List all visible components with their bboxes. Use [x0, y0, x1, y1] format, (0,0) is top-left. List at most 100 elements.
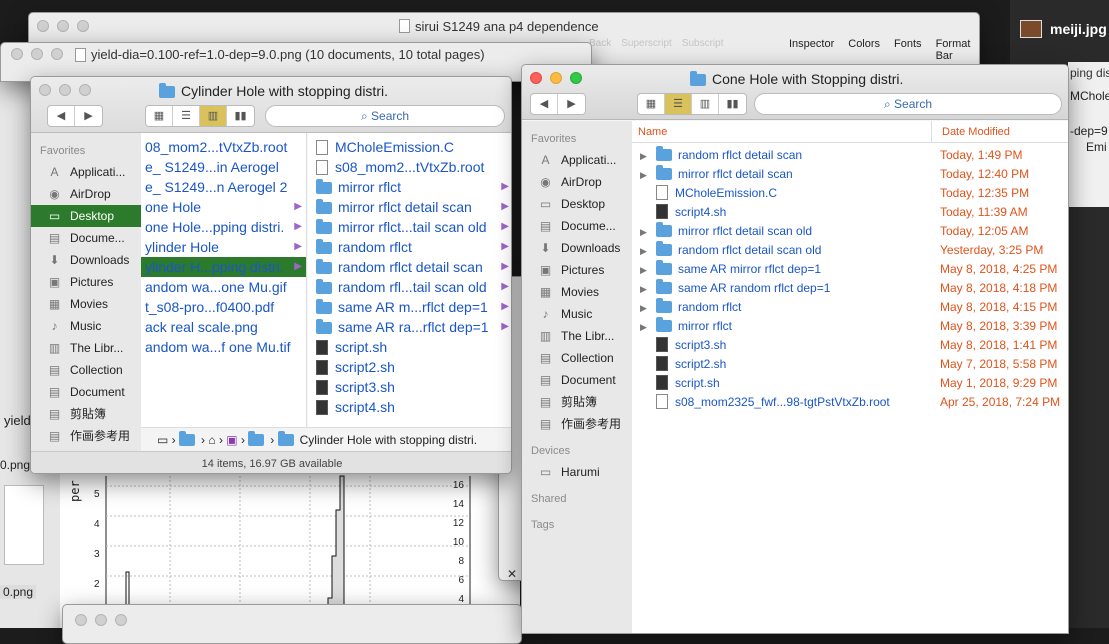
zoom-button[interactable] [570, 72, 582, 84]
sidebar-item[interactable]: ▤ Docume... [31, 227, 141, 249]
window-controls[interactable] [75, 614, 127, 626]
disclosure-arrow-icon[interactable]: ▶ [294, 237, 302, 257]
column-item[interactable]: one Hole ▶ [141, 197, 306, 217]
sidebar-item[interactable]: ♪ Music [522, 303, 632, 325]
column-header-name[interactable]: Name [632, 121, 932, 142]
disclosure-triangle-icon[interactable]: ▶ [640, 280, 656, 298]
back-arrow-icon[interactable]: ◀ [531, 94, 558, 114]
list-item[interactable]: ▶ random rflct detail scan Today, 1:49 PM [632, 146, 1068, 165]
column-item[interactable]: e_ S1249...in Aerogel [141, 157, 306, 177]
forward-arrow-icon[interactable]: ▶ [75, 106, 102, 126]
list-item[interactable]: ▶ mirror rflct detail scan Today, 12:40 PM [632, 165, 1068, 184]
close-icon[interactable]: ✕ [507, 567, 517, 580]
window-controls[interactable] [530, 72, 582, 84]
window-controls[interactable] [11, 48, 63, 60]
disclosure-arrow-icon[interactable]: ▶ [501, 197, 509, 217]
finder-window-cone[interactable]: Cone Hole with Stopping distri. ◀ ▶ ▦ ☰ ▥… [521, 64, 1069, 634]
list-item[interactable]: s08_mom2325_fwf...98-tgtPstVtxZb.root Apr… [632, 393, 1068, 412]
column-header-date[interactable]: Date Modified [932, 121, 1010, 142]
list-item[interactable]: script2.sh May 7, 2018, 5:58 PM [632, 355, 1068, 374]
sidebar-item[interactable]: ▭ Desktop [31, 205, 141, 227]
view-switcher[interactable]: ▦ ☰ ▥ ▮▮ [637, 93, 747, 115]
minimize-button[interactable] [550, 72, 562, 84]
folder-icon[interactable] [179, 431, 196, 446]
path-current[interactable]: Cylinder Hole with stopping distri. [300, 433, 477, 447]
column-view-icon[interactable]: ▥ [692, 94, 719, 114]
list-item[interactable]: ▶ mirror rflct detail scan old Today, 12:0… [632, 222, 1068, 241]
list-item[interactable]: ▶ same AR random rflct dep=1 May 8, 2018, … [632, 279, 1068, 298]
column-item[interactable]: one Hole...pping distri. ▶ [141, 217, 306, 237]
sidebar-item[interactable]: ▤ Document [31, 381, 141, 403]
column-item[interactable]: mirror rflct detail scan ▶ [308, 197, 511, 217]
desktop-yield-label[interactable]: yield [4, 413, 31, 428]
sidebar-item[interactable]: ▤ Docume... [522, 215, 632, 237]
disclosure-arrow-icon[interactable]: ▶ [501, 177, 509, 197]
disclosure-arrow-icon[interactable]: ▶ [501, 317, 509, 337]
gallery-view-icon[interactable]: ▮▮ [227, 106, 254, 126]
close-button[interactable] [530, 72, 542, 84]
nav-back-forward[interactable]: ◀ ▶ [47, 105, 103, 127]
disclosure-triangle-icon[interactable]: ▶ [640, 223, 656, 241]
disclosure-arrow-icon[interactable]: ▶ [294, 217, 302, 237]
column-item[interactable]: random rfl...tail scan old ▶ [308, 277, 511, 297]
disclosure-triangle-icon[interactable]: ▶ [640, 147, 656, 165]
toolbar-inspector[interactable]: Inspector [789, 38, 834, 62]
column-item[interactable]: same AR m...rflct dep=1 ▶ [308, 297, 511, 317]
disclosure-triangle-icon[interactable]: ▶ [640, 261, 656, 279]
sidebar-item[interactable]: ▤ 剪貼簿 [522, 391, 632, 413]
sidebar-item[interactable]: ♪ Music [31, 315, 141, 337]
search-field[interactable]: ⌕ Search [265, 105, 505, 127]
desktop-file-label-left[interactable]: 0.png [0, 458, 30, 472]
folder-icon[interactable] [248, 431, 265, 446]
list-item[interactable]: MCholeEmission.C Today, 12:35 PM [632, 184, 1068, 203]
sidebar-item[interactable]: ▣ Pictures [31, 271, 141, 293]
column-item[interactable]: 08_mom2...tVtxZb.root [141, 137, 306, 157]
disclosure-triangle-icon[interactable]: ▶ [640, 242, 656, 260]
sidebar-item[interactable]: ▤ 作画参考用 [522, 413, 632, 435]
column-item[interactable]: MCholeEmission.C [308, 137, 511, 157]
list-item[interactable]: script4.sh Today, 11:39 AM [632, 203, 1068, 222]
column-item[interactable]: ylinder Hole ▶ [141, 237, 306, 257]
toolbar-format-bar[interactable]: Format Bar [936, 38, 979, 62]
column-item[interactable]: mirror rflct...tail scan old ▶ [308, 217, 511, 237]
desktop-file-label[interactable]: meiji.jpg [1050, 21, 1107, 37]
search-field[interactable]: ⌕ Search [754, 93, 1062, 115]
list-view-icon[interactable]: ☰ [665, 94, 692, 114]
disclosure-arrow-icon[interactable]: ▶ [501, 217, 509, 237]
sidebar-item[interactable]: ▦ Movies [31, 293, 141, 315]
finder-window-cylinder[interactable]: Cylinder Hole with stopping distri. ◀ ▶ ▦… [30, 76, 512, 474]
column-item[interactable]: script2.sh [308, 357, 511, 377]
column-item[interactable]: andom wa...f one Mu.tif [141, 337, 306, 357]
sidebar-item[interactable]: ▣ Pictures [522, 259, 632, 281]
list-item[interactable]: ▶ random rflct May 8, 2018, 4:15 PM [632, 298, 1068, 317]
disclosure-arrow-icon[interactable]: ▶ [294, 197, 302, 217]
disk-icon[interactable]: ▭ [157, 433, 168, 447]
disclosure-arrow-icon[interactable]: ▶ [501, 257, 509, 277]
sidebar-item[interactable]: ▤ 作画参考用 [31, 425, 141, 447]
icon-view-icon[interactable]: ▦ [146, 106, 173, 126]
gallery-view-icon[interactable]: ▮▮ [719, 94, 746, 114]
home-icon[interactable]: ⌂ [208, 433, 215, 447]
sidebar-item[interactable]: ⬇ Downloads [522, 237, 632, 259]
disclosure-arrow-icon[interactable]: ▶ [501, 277, 509, 297]
column-item[interactable]: script3.sh [308, 377, 511, 397]
view-switcher[interactable]: ▦ ☰ ▥ ▮▮ [145, 105, 255, 127]
icon-view-icon[interactable]: ▦ [638, 94, 665, 114]
sidebar-item[interactable]: ▥ The Libr... [522, 325, 632, 347]
desktop-file-label-left-2[interactable]: 0.png [0, 585, 37, 599]
sidebar-item[interactable]: A Applicati... [522, 149, 632, 171]
list-item[interactable]: ▶ same AR mirror rflct dep=1 May 8, 2018, … [632, 260, 1068, 279]
bg-window-bottom[interactable] [62, 604, 522, 644]
column-item[interactable]: t_s08-pro...f0400.pdf [141, 297, 306, 317]
toolbar-colors[interactable]: Colors [848, 38, 880, 62]
desktop-file-thumb-left[interactable] [4, 485, 44, 565]
column-item[interactable]: ack real scale.png [141, 317, 306, 337]
toolbar-fonts[interactable]: Fonts [894, 38, 922, 62]
disclosure-arrow-icon[interactable]: ▶ [501, 237, 509, 257]
sidebar-item-harumi[interactable]: ▭ Harumi [522, 461, 632, 483]
disclosure-triangle-icon[interactable]: ▶ [640, 299, 656, 317]
column-item[interactable]: random rflct ▶ [308, 237, 511, 257]
window-controls[interactable] [37, 20, 89, 32]
disclosure-triangle-icon[interactable]: ▶ [640, 318, 656, 336]
disclosure-arrow-icon[interactable]: ▶ [294, 257, 302, 277]
